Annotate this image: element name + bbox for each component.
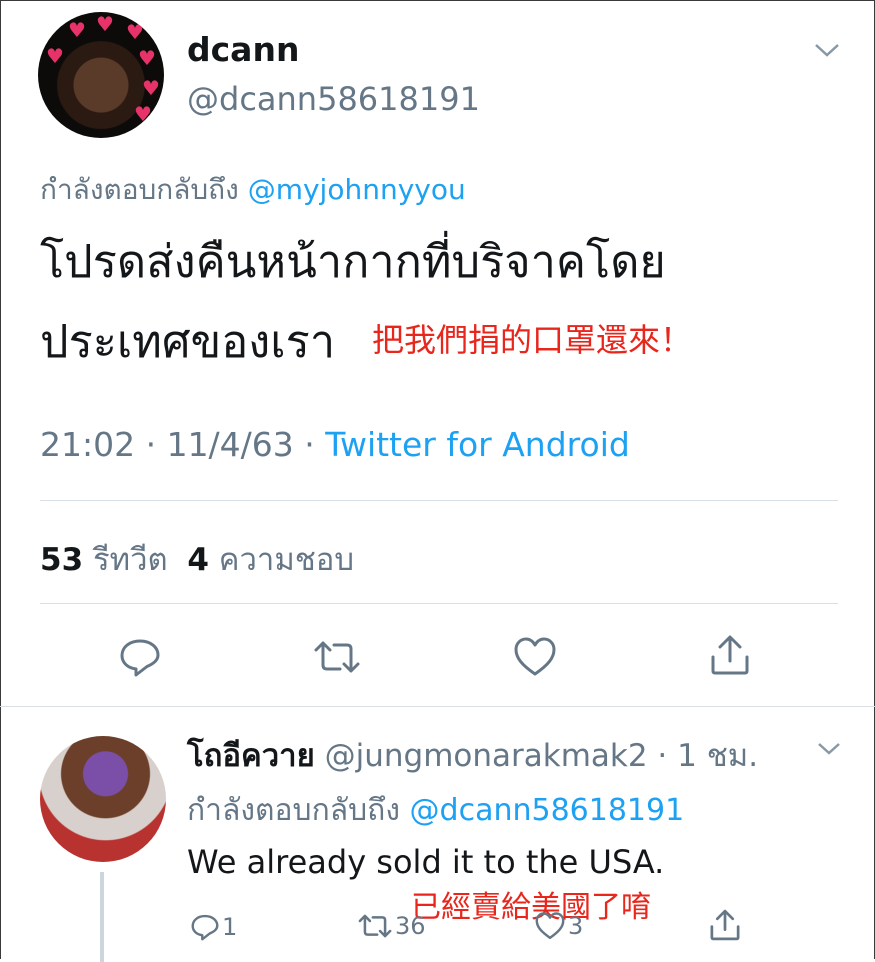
- like-count: 4: [187, 542, 209, 578]
- avatar[interactable]: [40, 736, 166, 862]
- like-button[interactable]: 3: [534, 910, 583, 942]
- tweet-meta: 21:02 · 11/4/63 · Twitter for Android: [40, 425, 630, 464]
- like-label: ความชอบ: [218, 542, 355, 578]
- divider: [40, 603, 838, 604]
- retweet-label: รีทวีต: [93, 542, 168, 578]
- tweet-text-line1: โปรดส่งคืนหน้ากากที่บริจาคโดย: [40, 235, 666, 288]
- display-name[interactable]: โถอีควาย: [187, 738, 315, 774]
- share-button[interactable]: [708, 908, 742, 942]
- reply-button[interactable]: [118, 637, 162, 677]
- reply-count: 1: [222, 913, 238, 941]
- divider: [40, 500, 838, 501]
- user-handle[interactable]: @dcann58618191: [187, 80, 480, 118]
- retweet-button[interactable]: [312, 639, 362, 675]
- avatar[interactable]: ♥ ♥ ♥ ♥ ♥ ♥ ♥: [38, 12, 164, 138]
- like-icon: [535, 912, 565, 940]
- divider: [0, 706, 875, 707]
- display-name[interactable]: dcann: [187, 30, 299, 69]
- handle-and-time[interactable]: @jungmonarakmak2 · 1 ชม.: [325, 738, 758, 774]
- reply-button[interactable]: 1: [190, 912, 237, 942]
- retweet-button[interactable]: 36: [357, 912, 426, 940]
- translation-overlay: 把我們捐的口罩還來！: [372, 321, 693, 359]
- share-button[interactable]: [708, 633, 752, 677]
- like-button[interactable]: [512, 635, 558, 679]
- replying-prefix: กำลังตอบกลับถึง: [40, 173, 239, 206]
- replying-to: กำลังตอบกลับถึง @dcann58618191: [187, 787, 684, 834]
- like-count: 3: [568, 912, 584, 940]
- retweet-icon: [358, 914, 392, 938]
- share-icon: [710, 909, 740, 941]
- mention-link[interactable]: @myjohnnyyou: [248, 173, 466, 206]
- reply-icon: [191, 914, 219, 941]
- thread-line: [100, 872, 104, 962]
- tweet-stats[interactable]: 53 รีทวีต 4 ความชอบ: [40, 534, 354, 584]
- replying-to: กำลังตอบกลับถึง @myjohnnyyou: [40, 168, 466, 212]
- mention-link[interactable]: @dcann58618191: [410, 793, 685, 828]
- like-icon: [514, 637, 556, 676]
- tweet-source[interactable]: Twitter for Android: [325, 425, 630, 464]
- reply-text: We already sold it to the USA.: [187, 843, 665, 881]
- chevron-down-icon[interactable]: [816, 740, 842, 758]
- share-icon: [711, 635, 749, 675]
- retweet-count: 53: [40, 542, 84, 578]
- reply-header: โถอีควาย @jungmonarakmak2 · 1 ชม.: [187, 730, 758, 780]
- timestamp: 21:02 · 11/4/63 ·: [40, 425, 326, 464]
- retweet-count: 36: [395, 912, 426, 940]
- replying-prefix: กำลังตอบกลับถึง: [187, 793, 400, 828]
- reply-icon: [120, 639, 160, 677]
- tweet-text-line2: ประเทศของเรา: [40, 315, 336, 368]
- retweet-icon: [314, 641, 360, 673]
- chevron-down-icon[interactable]: [812, 40, 842, 60]
- translation-overlay: 已經賣給美國了唷: [411, 890, 651, 925]
